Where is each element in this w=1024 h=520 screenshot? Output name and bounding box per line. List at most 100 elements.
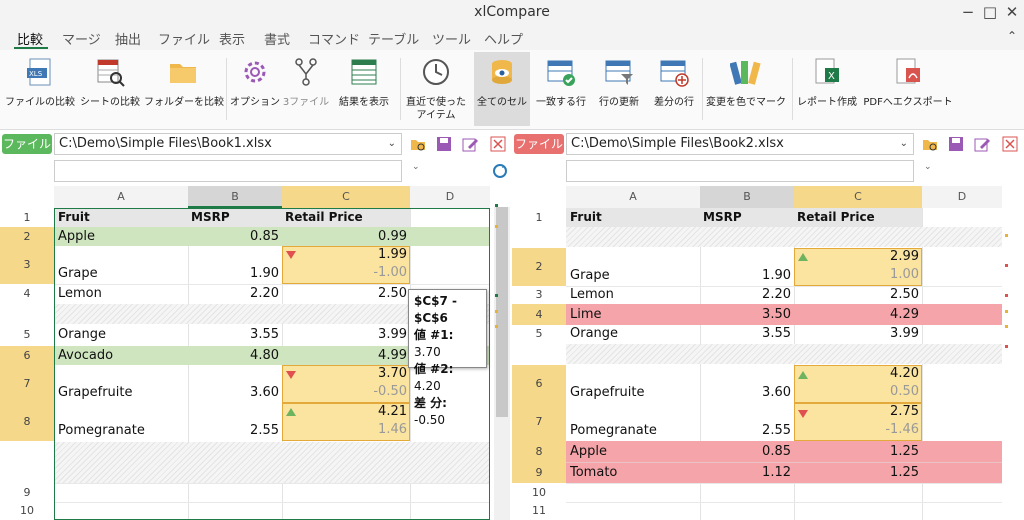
menu-compare[interactable]: 比較 [17, 29, 43, 48]
row-header[interactable]: 2 [0, 227, 54, 246]
row-header[interactable]: 5 [0, 324, 54, 346]
menu-view[interactable]: 表示 [219, 29, 245, 48]
cell-price[interactable]: 1.25 [794, 444, 922, 459]
row-header[interactable]: 10 [512, 483, 566, 502]
row-header[interactable]: 3 [0, 246, 54, 284]
cell-price[interactable]: 4.29 [794, 307, 922, 322]
cell-price[interactable]: 2.75 [794, 404, 922, 419]
cell-msrp[interactable]: 3.55 [700, 326, 794, 341]
sync-icon[interactable] [492, 163, 508, 179]
left-vertical-scrollbar[interactable] [494, 207, 510, 520]
cell-msrp[interactable]: 2.55 [700, 423, 794, 438]
cell-fruit[interactable]: Orange [570, 326, 618, 341]
row-header[interactable]: 8 [512, 441, 566, 462]
row-header[interactable]: 1 [0, 208, 54, 227]
cell-price[interactable]: 4.20 [794, 366, 922, 381]
cell-msrp[interactable]: 1.12 [700, 465, 794, 480]
row-header[interactable]: 4 [0, 284, 54, 303]
row-header[interactable]: 10 [0, 502, 54, 520]
diff-rows-button[interactable]: 差分の行 [648, 52, 700, 126]
menu-format[interactable]: 書式 [264, 29, 290, 48]
recent-items-button[interactable]: 直近で使った アイテム [402, 52, 470, 126]
column-header-a[interactable]: A [54, 186, 188, 208]
row-header[interactable]: 8 [0, 403, 54, 441]
cell-msrp[interactable]: 0.85 [700, 444, 794, 459]
file2-tag[interactable]: ファイル2 [514, 134, 564, 171]
report-button[interactable]: X レポート作成 [794, 52, 860, 126]
close-file-icon[interactable] [1002, 136, 1018, 152]
column-header-c[interactable]: C [282, 186, 410, 208]
cell-fruit[interactable]: Lemon [570, 287, 614, 302]
save-icon[interactable] [948, 136, 964, 152]
row-header[interactable]: 2 [512, 248, 566, 286]
menu-merge[interactable]: マージ [62, 29, 101, 48]
header-msrp[interactable]: MSRP [703, 210, 742, 224]
column-header-d[interactable]: D [922, 186, 1002, 208]
chevron-down-icon[interactable]: ⌄ [388, 134, 396, 154]
column-header-b[interactable]: B [700, 186, 794, 208]
menu-extract[interactable]: 抽出 [115, 29, 141, 48]
matching-rows-button[interactable]: 一致する行 [532, 52, 590, 126]
cell-fruit[interactable]: Apple [570, 444, 607, 459]
column-header-d[interactable]: D [410, 186, 490, 208]
cell-msrp[interactable]: 2.20 [700, 287, 794, 302]
mark-changes-button[interactable]: 変更を色でマーク [704, 52, 788, 126]
formula-expand-icon[interactable]: ⌄ [412, 162, 420, 172]
chevron-down-icon[interactable]: ⌄ [900, 134, 908, 154]
column-header-b[interactable]: B [188, 186, 282, 208]
file1-tag[interactable]: ファイル1 [2, 134, 52, 171]
row-header[interactable]: 4 [512, 304, 566, 325]
close-file-icon[interactable] [490, 136, 506, 152]
cell-msrp[interactable]: 3.50 [700, 307, 794, 322]
cell-fruit[interactable]: Pomegranate [570, 423, 657, 438]
menu-tools[interactable]: ツール [432, 29, 471, 48]
ribbon-collapse-icon[interactable]: ⌃ [1002, 26, 1022, 46]
formula-bar[interactable] [54, 160, 402, 182]
menu-table[interactable]: テーブル [368, 29, 419, 48]
all-cells-button[interactable]: 全てのセル [474, 52, 530, 126]
cell-price[interactable]: 1.25 [794, 465, 922, 480]
row-header[interactable]: 9 [0, 483, 54, 502]
row-header[interactable]: 9 [512, 462, 566, 483]
show-result-button[interactable]: 結果を表示 [332, 52, 396, 126]
export-pdf-button[interactable]: PDFへエクスポート [862, 52, 954, 126]
cell-fruit[interactable]: Tomato [570, 465, 617, 480]
cell-msrp[interactable]: 1.90 [700, 268, 794, 283]
cell-fruit[interactable]: Grape [570, 268, 610, 283]
header-retail-price[interactable]: Retail Price [797, 210, 875, 224]
menu-file[interactable]: ファイル [158, 29, 210, 48]
cell-msrp[interactable]: 3.60 [700, 385, 794, 400]
open-folder-icon[interactable] [410, 136, 426, 152]
maximize-button[interactable]: □ [980, 2, 1000, 22]
cell-price[interactable]: 2.99 [794, 249, 922, 264]
cell-fruit[interactable]: Grapefruite [570, 385, 645, 400]
cell-price[interactable]: 3.99 [794, 326, 922, 341]
menu-command[interactable]: コマンド [308, 29, 360, 48]
formula-expand-icon[interactable]: ⌄ [924, 162, 932, 172]
row-header[interactable]: 11 [512, 502, 566, 520]
compare-files-button[interactable]: XLS ファイルの比較 [4, 52, 76, 126]
cell-price[interactable]: 2.50 [794, 287, 922, 302]
minimize-button[interactable]: − [958, 2, 978, 22]
row-header[interactable]: 6 [512, 365, 566, 403]
compare-folders-button[interactable]: フォルダーを比較 [144, 52, 224, 126]
compare-sheets-button[interactable]: シートの比較 [78, 52, 142, 126]
row-header[interactable]: 1 [512, 208, 566, 227]
menu-help[interactable]: ヘルプ [484, 29, 523, 48]
row-header[interactable]: 6 [0, 346, 54, 365]
options-button[interactable]: オプション [230, 52, 280, 126]
close-button[interactable]: ✕ [1002, 2, 1022, 22]
file1-path-combo[interactable]: C:\Demo\Simple Files\Book1.xlsx ⌄ [54, 133, 402, 155]
three-files-button[interactable]: 3ファイル [282, 52, 330, 126]
row-header[interactable]: 3 [512, 286, 566, 304]
save-icon[interactable] [436, 136, 452, 152]
column-header-c[interactable]: C [794, 186, 922, 208]
cell-fruit[interactable]: Lime [570, 307, 602, 322]
column-header-a[interactable]: A [566, 186, 700, 208]
header-fruit[interactable]: Fruit [570, 210, 602, 224]
updated-rows-button[interactable]: 行の更新 [592, 52, 646, 126]
open-folder-icon[interactable] [922, 136, 938, 152]
row-header[interactable]: 5 [512, 325, 566, 343]
edit-icon[interactable] [974, 136, 990, 152]
edit-icon[interactable] [462, 136, 478, 152]
